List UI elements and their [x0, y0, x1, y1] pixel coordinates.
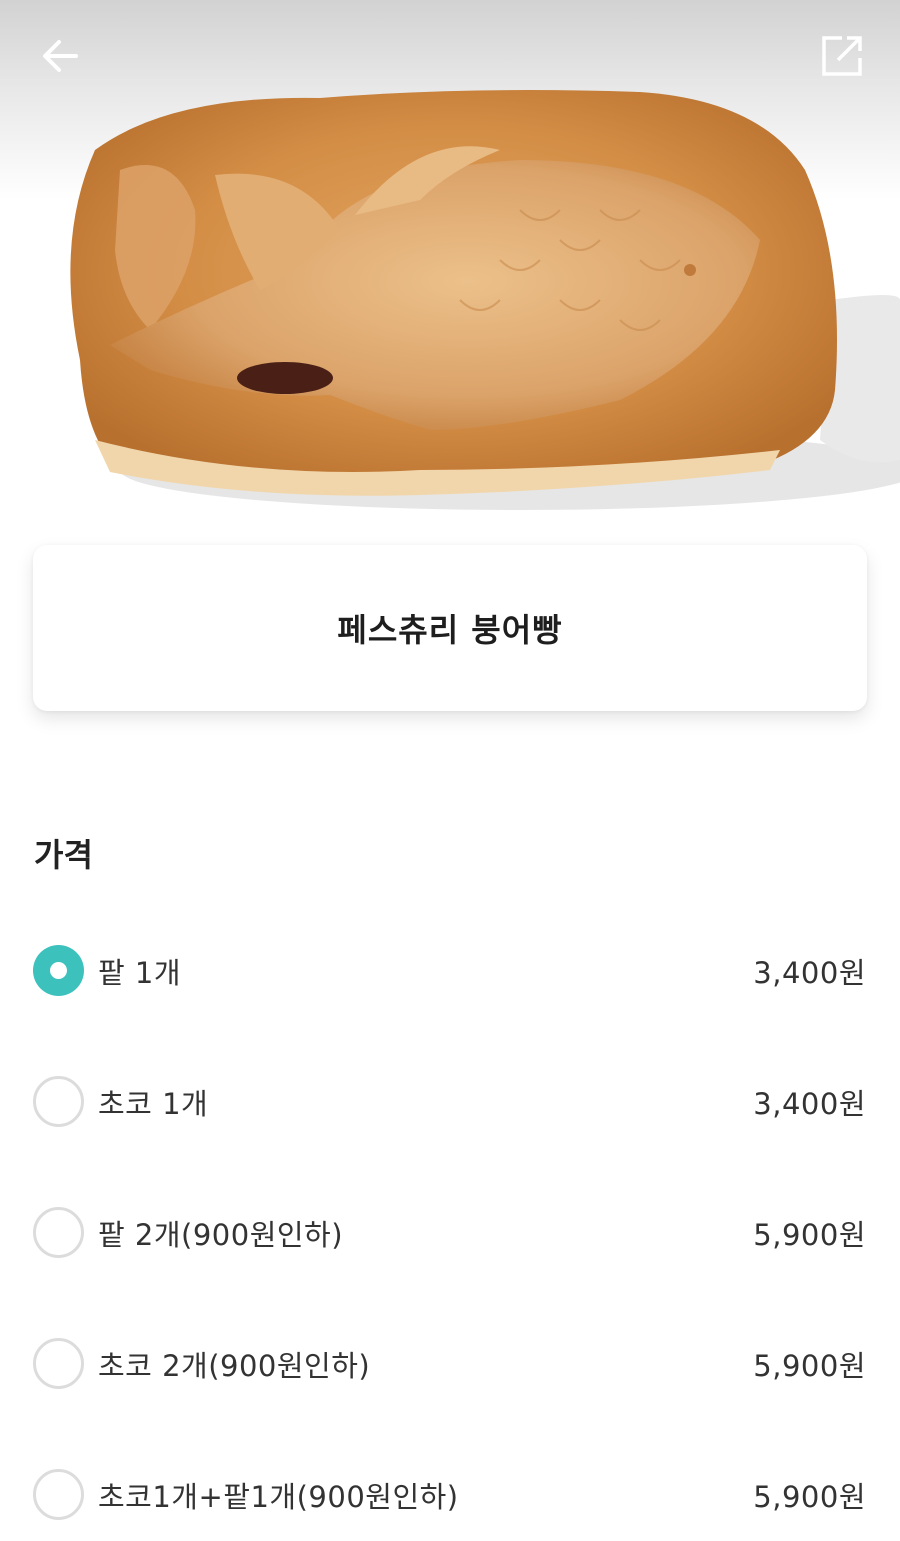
back-button[interactable] — [30, 28, 90, 84]
option-label: 초코 2개(900원인하) — [98, 1348, 371, 1383]
price-option[interactable]: 팥 2개(900원인하) 5,900원 — [0, 1167, 900, 1298]
price-option[interactable]: 초코 2개(900원인하) 5,900원 — [0, 1298, 900, 1429]
option-label: 팥 1개 — [98, 955, 182, 990]
price-section-title: 가격 — [34, 836, 93, 874]
product-photo — [70, 90, 900, 510]
product-title-card: 페스츄리 붕어빵 — [33, 545, 867, 711]
option-price: 5,900원 — [753, 1348, 866, 1383]
price-option[interactable]: 초코 1개 3,400원 — [0, 1036, 900, 1167]
option-label: 초코 1개 — [98, 1086, 209, 1121]
product-name: 페스츄리 붕어빵 — [337, 611, 563, 649]
radio-button[interactable] — [33, 1207, 84, 1258]
share-button[interactable] — [812, 28, 872, 84]
option-label: 팥 2개(900원인하) — [98, 1217, 344, 1252]
radio-button[interactable] — [33, 1076, 84, 1127]
product-image-area — [0, 0, 900, 545]
price-option[interactable]: 초코1개+팥1개(900원인하) 5,900원 — [0, 1429, 900, 1541]
option-price: 3,400원 — [753, 955, 866, 990]
option-price: 5,900원 — [753, 1479, 866, 1514]
radio-button[interactable] — [33, 1469, 84, 1520]
price-option[interactable]: 팥 1개 3,400원 — [0, 905, 900, 1036]
radio-button[interactable] — [33, 1338, 84, 1389]
arrow-left-icon — [43, 40, 78, 72]
option-price: 5,900원 — [753, 1217, 866, 1252]
share-external-icon — [822, 36, 862, 76]
option-label: 초코1개+팥1개(900원인하) — [98, 1479, 459, 1514]
radio-button-selected[interactable] — [33, 945, 84, 996]
option-price: 3,400원 — [753, 1086, 866, 1121]
